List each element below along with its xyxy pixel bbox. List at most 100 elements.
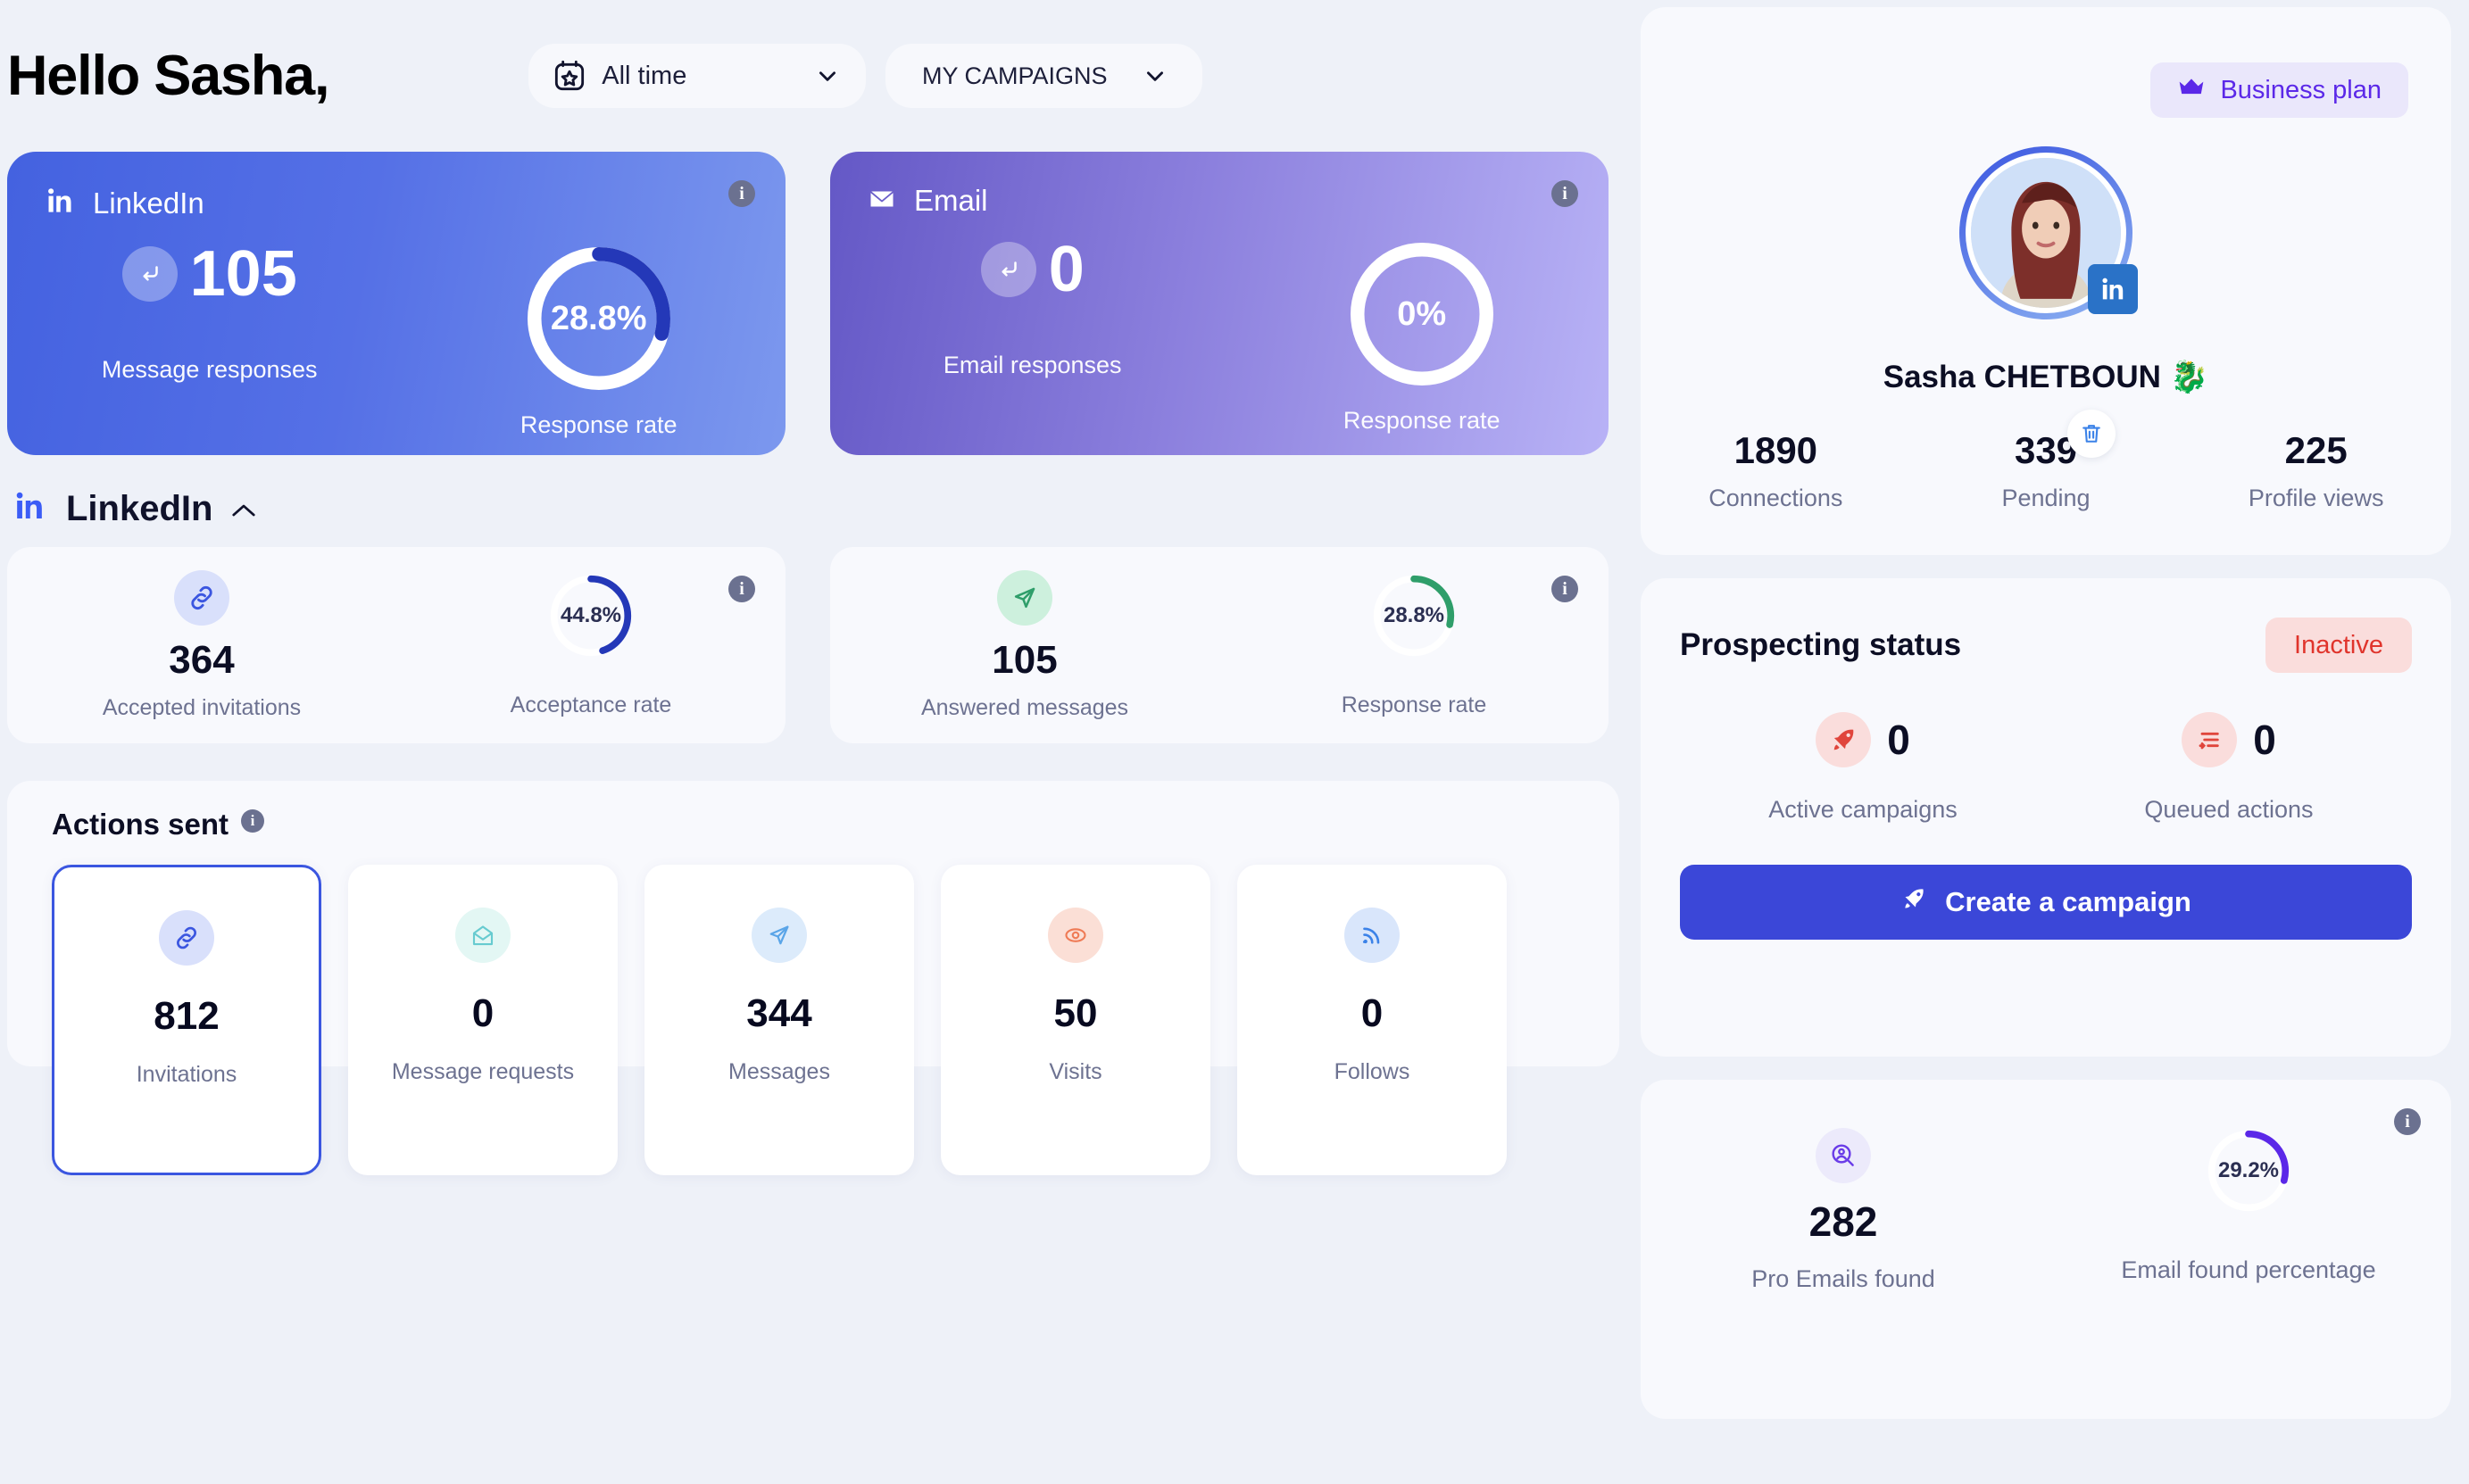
metric-label: Answered messages — [920, 694, 1129, 720]
send-icon — [997, 569, 1052, 626]
acceptance-rate-gauge: 44.8% Acceptance rate — [396, 573, 786, 718]
link-icon — [174, 569, 229, 626]
info-icon[interactable]: i — [728, 180, 755, 207]
metric-label: Email responses — [943, 352, 1122, 378]
topbar: Hello Sasha, All time MY CAMPAIGNS — [0, 0, 1641, 152]
date-filter-dropdown[interactable]: All time — [528, 44, 867, 108]
accepted-invitations-metric: 364 Accepted invitations — [7, 569, 396, 721]
action-tile-invitations[interactable]: 812 Invitations — [52, 865, 321, 1175]
avatar[interactable] — [1959, 146, 2138, 319]
linkedin-section-header[interactable]: LinkedIn — [0, 455, 1641, 547]
actions-sent-card: Actions sent i 812 Invitations 0 Message… — [7, 781, 1619, 1175]
actions-tiles: 812 Invitations 0 Message requests 344 M… — [52, 865, 1584, 1175]
tile-value: 0 — [471, 991, 495, 1035]
queue-icon — [2182, 712, 2238, 767]
info-icon[interactable]: i — [1551, 180, 1578, 207]
tile-label: Visits — [1049, 1059, 1102, 1084]
rss-icon — [1344, 908, 1400, 963]
main-content: Hello Sasha, All time MY CAMPAIGNS i Lin… — [0, 0, 1641, 1484]
stat-value: 225 — [2284, 429, 2348, 471]
profile-stat-profile-views: 225 Profile views — [2181, 429, 2451, 512]
prospecting-header: Prospecting status Inactive — [1680, 618, 2412, 673]
send-icon — [752, 908, 807, 963]
rocket-icon — [1816, 712, 1872, 767]
metric-value: 0 — [2253, 717, 2276, 763]
info-icon[interactable]: i — [1551, 576, 1578, 602]
gauge-value: 44.8% — [560, 602, 622, 627]
gauge-label: Response rate — [1343, 407, 1501, 434]
metric-value: 0 — [1048, 234, 1085, 305]
message-responses-metric: 105 Message responses — [7, 242, 412, 384]
answered-messages-metric: 105 Answered messages — [830, 569, 1219, 721]
card-body: 105 Message responses 28.8% Response rat… — [7, 242, 786, 439]
queued-actions-metric: 0 Queued actions — [2046, 712, 2412, 824]
tile-label: Message requests — [391, 1059, 575, 1084]
response-rate-gauge: 28.8% Response rate — [1219, 573, 1609, 718]
gauge-label: Response rate — [1341, 692, 1487, 717]
date-filter-label: All time — [602, 61, 687, 90]
chevron-up-icon[interactable] — [230, 502, 256, 518]
trash-icon[interactable] — [2067, 410, 2116, 458]
stat-value: 1890 — [1733, 429, 1818, 471]
tile-value: 344 — [746, 991, 812, 1035]
stat-value: 339 — [2014, 429, 2078, 471]
section-title: LinkedIn — [66, 489, 213, 528]
info-icon[interactable]: i — [241, 809, 265, 833]
metric-value: 105 — [992, 637, 1058, 682]
linkedin-stats-row: i 364 Accepted invitations 44.8% Accepta… — [0, 547, 1641, 743]
campaign-filter-label: MY CAMPAIGNS — [921, 62, 1108, 89]
gauge-value: 0% — [1397, 294, 1447, 333]
tile-label: Messages — [728, 1059, 830, 1084]
profile-name: Sasha CHETBOUN 🐉 — [1883, 360, 2209, 394]
info-icon[interactable]: i — [2394, 1108, 2421, 1135]
crown-icon — [2177, 76, 2206, 105]
plan-badge-label: Business plan — [2220, 75, 2382, 104]
gauge-value: 29.2% — [2217, 1158, 2280, 1182]
response-rate-gauge: 28.8% Response rate — [412, 242, 786, 439]
pro-emails-card: i 282 Pro Emails found 29.2% Email found… — [1641, 1080, 2451, 1419]
linkedin-summary-card[interactable]: i LinkedIn 105 Message responses 28.8% R… — [7, 152, 786, 455]
plan-badge[interactable]: Business plan — [2150, 62, 2408, 118]
email-summary-card[interactable]: i Email 0 Email responses 0% Response ra… — [830, 152, 1609, 455]
metric-value: 364 — [169, 637, 235, 682]
open-mail-icon — [455, 908, 511, 963]
metric-value: 0 — [1887, 717, 1910, 763]
campaign-filter-dropdown[interactable]: MY CAMPAIGNS — [885, 44, 1203, 108]
tile-value: 0 — [1360, 991, 1384, 1035]
card-body: 0 Email responses 0% Response rate — [830, 237, 1609, 435]
card-header: Email — [830, 152, 1609, 218]
prospecting-metrics: 0 Active campaigns 0 Queued actions — [1680, 712, 2412, 824]
gauge-label: Email found percentage — [2121, 1256, 2376, 1283]
profile-card: Business plan Sasha CHETBOUN 🐉 1890 Conn… — [1641, 7, 2451, 555]
response-rate-gauge: 0% Response rate — [1234, 237, 1609, 435]
link-icon — [159, 910, 214, 966]
tile-value: 812 — [154, 994, 220, 1038]
person-search-icon — [1816, 1128, 1871, 1183]
card-title: Email — [914, 184, 988, 217]
metric-value: 282 — [1808, 1198, 1878, 1245]
answered-messages-card: i 105 Answered messages 28.8% Response r… — [830, 547, 1609, 743]
stat-label: Pending — [2001, 485, 2091, 511]
action-tile-visits[interactable]: 50 Visits — [941, 865, 1210, 1175]
info-icon[interactable]: i — [728, 576, 755, 602]
action-tile-message-requests[interactable]: 0 Message requests — [348, 865, 618, 1175]
status-badge: Inactive — [2265, 618, 2412, 673]
action-tile-messages[interactable]: 344 Messages — [644, 865, 914, 1175]
calendar-star-icon — [552, 58, 587, 94]
rocket-icon — [1900, 885, 1927, 919]
gauge-value: 28.8% — [550, 299, 647, 337]
gauge-value: 28.8% — [1383, 602, 1445, 627]
linkedin-icon — [2088, 264, 2138, 314]
action-tile-follows[interactable]: 0 Follows — [1237, 865, 1507, 1175]
create-campaign-button[interactable]: Create a campaign — [1680, 865, 2412, 940]
prospecting-status-card: Prospecting status Inactive 0 Active cam… — [1641, 578, 2451, 1057]
email-responses-metric: 0 Email responses — [830, 237, 1234, 379]
active-campaigns-metric: 0 Active campaigns — [1680, 712, 2046, 824]
chevron-down-icon — [1143, 64, 1167, 87]
metric-value: 105 — [189, 238, 297, 310]
linkedin-icon — [43, 184, 77, 222]
channel-summary-row: i LinkedIn 105 Message responses 28.8% R… — [0, 152, 1641, 455]
linkedin-icon — [11, 487, 48, 531]
stat-label: Connections — [1708, 485, 1843, 511]
gauge-label: Acceptance rate — [510, 692, 672, 717]
